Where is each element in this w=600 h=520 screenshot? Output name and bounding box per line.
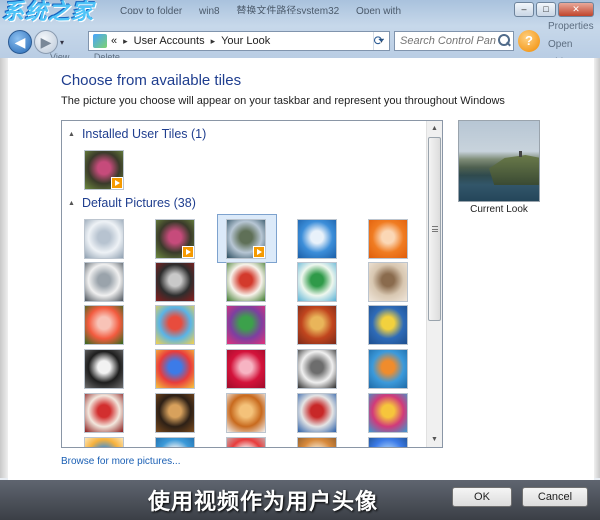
snowflake-tile[interactable]: [226, 349, 266, 389]
page-title: Choose from available tiles: [61, 72, 242, 89]
bg-properties: Properties: [548, 21, 594, 32]
group-label: Installed User Tiles (1): [81, 127, 207, 141]
bg-open: Open: [548, 39, 573, 50]
coast-video-tile[interactable]: [226, 219, 266, 259]
origami-tile[interactable]: [84, 393, 124, 433]
record-player-tile[interactable]: [155, 262, 195, 302]
watermark-logo: 系统之家: [2, 0, 95, 25]
gerbera-tile[interactable]: [84, 305, 124, 345]
window-titlebar: 系统之家 Copy to folder win8 替换文件路径system32 …: [0, 0, 600, 68]
breadcrumb-your-look[interactable]: Your Look: [221, 35, 270, 47]
pinwheel-tile[interactable]: [155, 305, 195, 345]
minimize-button[interactable]: –: [514, 2, 534, 17]
group-label: Default Pictures (38): [81, 196, 196, 210]
your-look-page: Choose from available tiles The picture …: [8, 58, 594, 480]
browse-more-pictures-link[interactable]: Browse for more pictures...: [61, 456, 180, 467]
crayons-tile[interactable]: [155, 349, 195, 389]
bg-copy-to-folder: Copy to folder: [120, 6, 183, 14]
scroll-down-icon[interactable]: ▼: [427, 432, 442, 447]
address-bar[interactable]: « ▸ User Accounts ▸ Your Look ▾: [88, 31, 390, 51]
collapse-triangle-icon[interactable]: ▲: [68, 131, 75, 138]
partial-tile-29[interactable]: [297, 437, 337, 447]
help-icon[interactable]: ?: [518, 30, 540, 52]
collapse-triangle-icon[interactable]: ▲: [68, 200, 75, 207]
starfish-tile[interactable]: [368, 219, 408, 259]
bg-path-text: 替换文件路径system32: [236, 6, 340, 14]
cliff-shape: [489, 155, 539, 185]
caption-text: 使用视频作为用户头像: [148, 490, 379, 515]
forward-button[interactable]: ▶: [34, 30, 58, 54]
fabric-tile[interactable]: [297, 305, 337, 345]
close-button[interactable]: ✕: [558, 2, 594, 17]
dog-tile[interactable]: [84, 349, 124, 389]
guitar-tile[interactable]: [155, 393, 195, 433]
tower-shape: [519, 151, 522, 157]
group-installed-user-tiles[interactable]: ▲ Installed User Tiles (1): [68, 127, 206, 141]
breadcrumb-separator: ▸: [123, 35, 128, 46]
lucky-cat-tile[interactable]: [226, 262, 266, 302]
leaf-tile[interactable]: [368, 305, 408, 345]
video-badge-icon: [182, 246, 194, 258]
recent-pages-dropdown[interactable]: ▾: [60, 38, 64, 47]
search-box[interactable]: [394, 31, 514, 51]
ball-tile[interactable]: [226, 305, 266, 345]
background-window-strip: Copy to folder win8 替换文件路径system32 Open …: [120, 2, 480, 14]
maximize-button[interactable]: □: [536, 2, 556, 17]
video-badge-icon: [111, 177, 123, 189]
current-look-label: Current Look: [470, 204, 528, 215]
page-description: The picture you choose will appear on yo…: [61, 95, 505, 107]
breadcrumb-user-accounts[interactable]: User Accounts: [134, 35, 205, 47]
video-badge-icon: [253, 246, 265, 258]
cancel-button[interactable]: Cancel: [522, 487, 588, 507]
breadcrumb-separator: ▸: [210, 35, 216, 46]
shells-tile[interactable]: [368, 393, 408, 433]
flower-video-tile[interactable]: [84, 150, 124, 190]
scroll-up-icon[interactable]: ▲: [427, 121, 442, 136]
bg-win8: win8: [199, 6, 220, 14]
stairs-tile[interactable]: [368, 349, 408, 389]
scroll-grip-icon: [432, 226, 438, 232]
bg-open-with: Open with: [355, 6, 402, 14]
background-window-left-edge: [0, 58, 8, 478]
roller-coaster-tile[interactable]: [297, 219, 337, 259]
tile-picker: ▲ Installed User Tiles (1) ▲ Default Pic…: [61, 120, 443, 448]
jacks-tile[interactable]: [297, 349, 337, 389]
clock-tile[interactable]: [297, 262, 337, 302]
vertical-scrollbar[interactable]: ▲ ▼: [426, 121, 442, 447]
group-default-pictures[interactable]: ▲ Default Pictures (38): [68, 196, 196, 210]
robot-tile[interactable]: [84, 262, 124, 302]
partial-tile-26[interactable]: [84, 437, 124, 447]
address-prefix[interactable]: «: [111, 35, 117, 47]
partial-tile-27[interactable]: [155, 437, 195, 447]
search-input[interactable]: [400, 35, 496, 47]
partial-tile-28[interactable]: [226, 437, 266, 447]
navigation-buttons: ◀ ▶ ▾: [8, 30, 64, 54]
background-window-right-edge: [594, 58, 600, 478]
scroll-thumb[interactable]: [428, 137, 441, 321]
kitten-tile[interactable]: [368, 262, 408, 302]
ok-button[interactable]: OK: [452, 487, 512, 507]
window-controls: – □ ✕: [514, 2, 594, 17]
partial-tile-30[interactable]: [368, 437, 408, 447]
refresh-icon[interactable]: ⟳: [370, 33, 388, 49]
search-icon[interactable]: [496, 33, 512, 49]
puppy-tile[interactable]: [226, 393, 266, 433]
pink-flower-tile[interactable]: [155, 219, 195, 259]
current-look-preview: [458, 120, 540, 202]
back-button[interactable]: ◀: [8, 30, 32, 54]
default-user-tile[interactable]: [84, 219, 124, 259]
control-panel-icon: [93, 34, 107, 48]
toy-robot-tile[interactable]: [297, 393, 337, 433]
